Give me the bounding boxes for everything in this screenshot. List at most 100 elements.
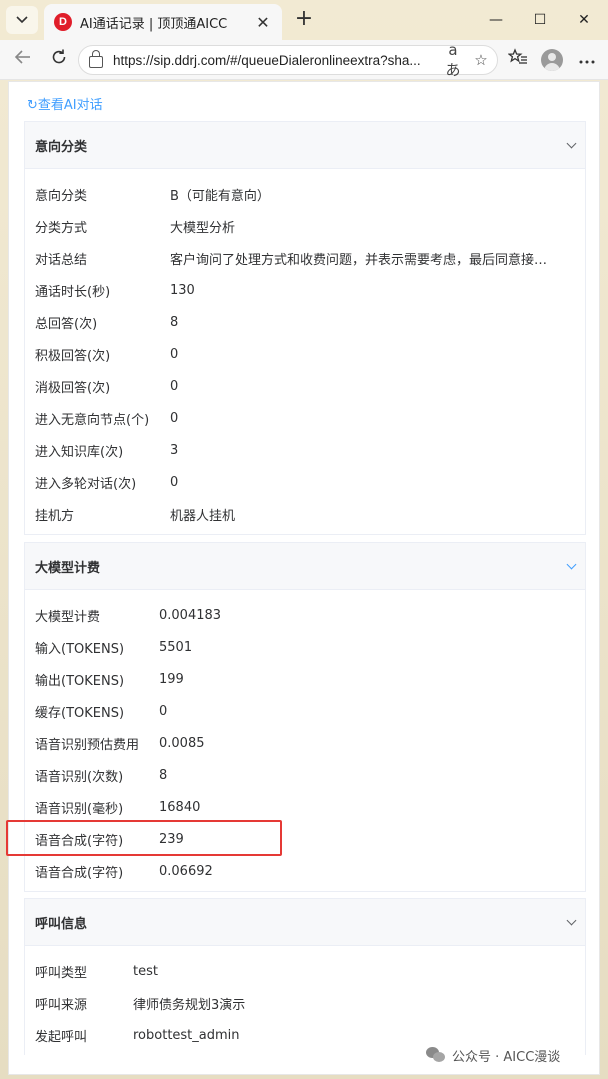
address-bar: https://sip.ddrj.com/#/queueDialeronline…	[0, 40, 608, 80]
section-title: 呼叫信息	[35, 916, 88, 932]
read-aloud-icon[interactable]: aあ	[441, 41, 465, 80]
tab-bar: D AI通话记录 | 顶顶通AICC ✕ + — ☐ ✕	[0, 0, 608, 40]
detail-value: 律师债务规划3演示	[133, 997, 246, 1013]
annotation-highlight-box	[6, 820, 282, 856]
detail-row: 对话总结 客户询问了处理方式和收费问题，并表示需要考虑，最后同意接…	[25, 242, 585, 274]
arrow-left-icon	[14, 50, 30, 64]
maximize-button[interactable]: ☐	[518, 6, 562, 34]
chevron-down-icon	[566, 559, 577, 570]
section-title: 意向分类	[35, 139, 88, 155]
close-window-button[interactable]: ✕	[562, 6, 606, 34]
more-dots-icon	[579, 60, 595, 64]
detail-label: 进入无意向节点(个)	[35, 412, 150, 428]
detail-label: 消极回答(次)	[35, 380, 111, 396]
detail-row: 语音合成(字符) 0.06692	[25, 855, 585, 887]
detail-row: 语音识别预估费用 0.0085	[25, 727, 585, 759]
detail-label: 语音识别(毫秒)	[35, 801, 124, 817]
detail-value: 130	[170, 282, 195, 298]
chevron-down-icon	[566, 915, 577, 926]
wechat-icon	[426, 1047, 446, 1063]
lock-icon[interactable]	[89, 50, 103, 68]
call-info-header[interactable]: 呼叫信息	[25, 899, 585, 946]
intent-classification-header[interactable]: 意向分类	[25, 122, 585, 169]
detail-label: 分类方式	[35, 220, 88, 236]
detail-label: 大模型计费	[35, 609, 101, 625]
chevron-down-icon	[566, 138, 577, 149]
detail-value: 客户询问了处理方式和收费问题，并表示需要考虑，最后同意接…	[170, 252, 548, 268]
tab-actions-button[interactable]	[6, 6, 38, 34]
detail-row: 呼叫类型 test	[25, 955, 585, 987]
favorites-button[interactable]	[505, 48, 531, 72]
detail-row: 语音识别(次数) 8	[25, 759, 585, 791]
detail-label: 输入(TOKENS)	[35, 641, 125, 657]
detail-value: 0	[170, 346, 179, 362]
detail-row: 积极回答(次) 0	[25, 338, 585, 370]
section-title: 大模型计费	[35, 560, 101, 576]
detail-label: 呼叫类型	[35, 965, 88, 981]
detail-label: 呼叫来源	[35, 997, 88, 1013]
watermark-text: 公众号 · AICC漫谈	[452, 1049, 561, 1065]
refresh-button[interactable]	[46, 48, 72, 72]
detail-row: 呼叫来源 律师债务规划3演示	[25, 987, 585, 1019]
detail-value: robottest_admin	[133, 1027, 240, 1043]
detail-row: 通话时长(秒) 130	[25, 274, 585, 306]
url-field[interactable]: https://sip.ddrj.com/#/queueDialeronline…	[78, 41, 498, 79]
detail-row: 进入多轮对话(次) 0	[25, 466, 585, 498]
detail-row: 分类方式 大模型分析	[25, 210, 585, 242]
minimize-button[interactable]: —	[474, 6, 518, 34]
detail-label: 总回答(次)	[35, 316, 98, 332]
detail-label: 输出(TOKENS)	[35, 673, 125, 689]
detail-label: 语音合成(字符)	[35, 865, 124, 881]
llm-billing-header[interactable]: 大模型计费	[25, 543, 585, 590]
site-favicon-icon: D	[54, 13, 72, 31]
favorite-star-icon[interactable]: ☆	[469, 51, 493, 69]
url-text[interactable]: https://sip.ddrj.com/#/queueDialeronline…	[113, 53, 441, 68]
detail-label: 语音识别(次数)	[35, 769, 124, 785]
detail-row: 输出(TOKENS) 199	[25, 663, 585, 695]
detail-value: 0.004183	[159, 607, 222, 623]
profile-avatar[interactable]	[541, 49, 563, 71]
detail-row: 消极回答(次) 0	[25, 370, 585, 402]
detail-row: 大模型计费 0.004183	[25, 599, 585, 631]
page-content: ↻查看AI对话 意向分类 意向分类 B（可能有意向） 分类方式 大模型分析对话总结 客户…	[8, 81, 600, 1075]
detail-value: 0.0085	[159, 735, 205, 751]
detail-row: 输入(TOKENS) 5501	[25, 631, 585, 663]
detail-value: 0.06692	[159, 863, 213, 879]
detail-row: 意向分类 B（可能有意向）	[25, 178, 585, 210]
detail-label: 意向分类	[35, 188, 88, 204]
more-menu-button[interactable]	[574, 48, 600, 72]
detail-label: 通话时长(秒)	[35, 284, 111, 300]
detail-value: 0	[170, 378, 179, 394]
detail-value: 8	[159, 767, 168, 783]
view-ai-dialog-link[interactable]: ↻查看AI对话	[27, 94, 103, 113]
detail-value: test	[133, 963, 158, 979]
detail-label: 发起呼叫	[35, 1029, 88, 1045]
detail-value: 机器人挂机	[170, 508, 236, 524]
back-button[interactable]	[10, 48, 36, 72]
new-tab-button[interactable]: +	[292, 8, 316, 32]
detail-label: 缓存(TOKENS)	[35, 705, 125, 721]
detail-label: 语音识别预估费用	[35, 737, 140, 753]
detail-row: 进入知识库(次) 3	[25, 434, 585, 466]
favorites-list-icon	[507, 48, 527, 64]
detail-label: 对话总结	[35, 252, 88, 268]
call-info-body: 呼叫类型 test 呼叫来源 律师债务规划3演示发起呼叫 robottest_admin	[25, 946, 585, 1055]
detail-value: B（可能有意向）	[170, 188, 270, 204]
detail-value: 16840	[159, 799, 201, 815]
intent-classification-section: 意向分类 意向分类 B（可能有意向） 分类方式 大模型分析对话总结 客户询问了处理方式和…	[24, 121, 586, 535]
tab-close-icon[interactable]: ✕	[254, 13, 272, 32]
detail-label: 进入知识库(次)	[35, 444, 124, 460]
detail-row: 语音识别(毫秒) 16840	[25, 791, 585, 823]
refresh-icon	[52, 49, 66, 64]
detail-row: 总回答(次) 8	[25, 306, 585, 338]
call-info-section: 呼叫信息 呼叫类型 test 呼叫来源 律师债务规划3演示发起呼叫 robottest_…	[24, 898, 586, 1055]
detail-row: 缓存(TOKENS) 0	[25, 695, 585, 727]
detail-value: 3	[170, 442, 179, 458]
active-tab[interactable]: D AI通话记录 | 顶顶通AICC ✕	[44, 4, 282, 40]
detail-value: 0	[170, 474, 179, 490]
detail-row: 进入无意向节点(个) 0	[25, 402, 585, 434]
intent-classification-body: 意向分类 B（可能有意向） 分类方式 大模型分析对话总结 客户询问了处理方式和收费问题，…	[25, 169, 585, 534]
detail-value: 8	[170, 314, 179, 330]
detail-value: 大模型分析	[170, 220, 236, 236]
detail-value: 0	[170, 410, 179, 426]
